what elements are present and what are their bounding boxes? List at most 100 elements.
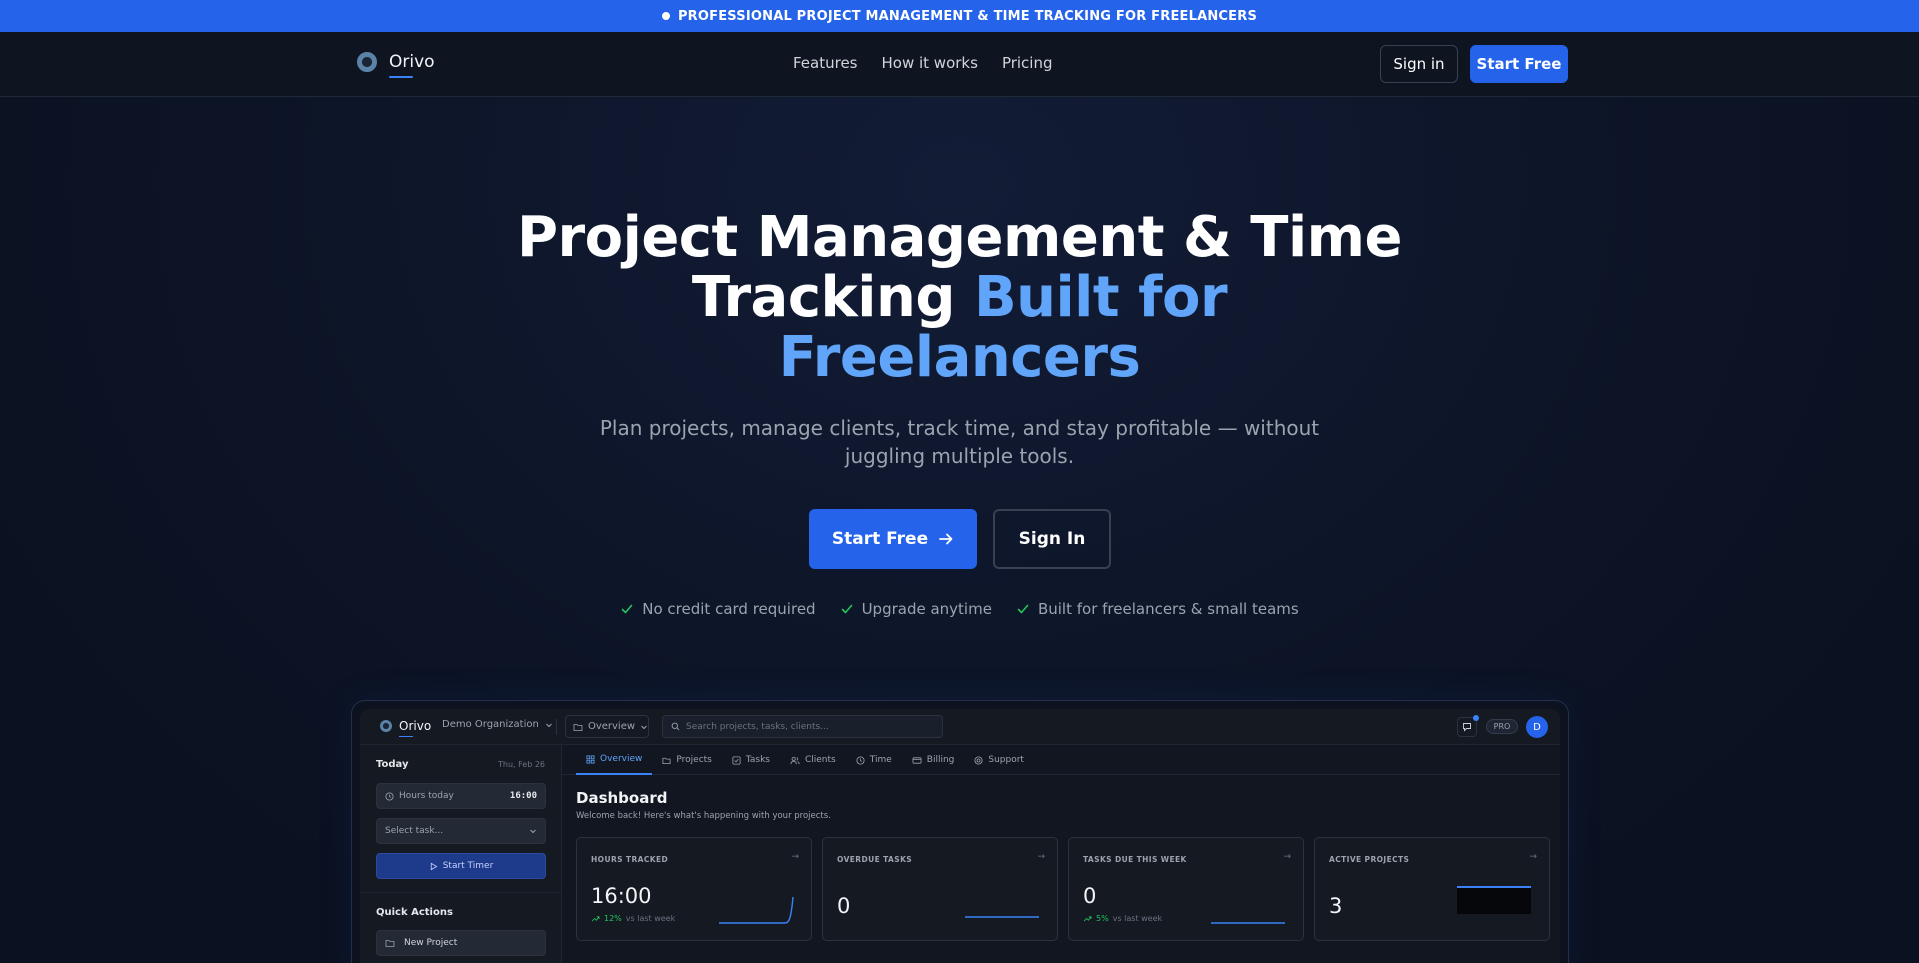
hours-today-display: Hours today 16:00: [376, 783, 546, 809]
messages-button[interactable]: [1457, 715, 1479, 737]
tab-tasks-label: Tasks: [745, 755, 770, 765]
sparkline: [1211, 922, 1285, 924]
check-icon: [841, 604, 852, 614]
plan-badge: PRO: [1486, 719, 1518, 734]
tab-support-label: Support: [988, 755, 1024, 765]
logo-mark-icon: [380, 720, 392, 732]
start-timer-button[interactable]: Start Timer: [376, 853, 546, 879]
stat-card-active-projects[interactable]: ACTIVE PROJECTS → 3: [1314, 837, 1550, 941]
hero-checklist: No credit card required Upgrade anytime …: [0, 600, 1919, 618]
stat-label: HOURS TRACKED: [591, 855, 669, 864]
announcement-dot-icon: [661, 12, 670, 20]
arrow-right-icon: [939, 533, 953, 545]
today-date: Thu, Feb 26: [498, 760, 545, 769]
check-icon: [621, 604, 633, 614]
tab-clients[interactable]: Clients: [780, 745, 846, 775]
logo-mark-icon: [357, 52, 377, 72]
app-brand-name: Orivo: [399, 719, 432, 737]
clock-icon: [385, 791, 394, 801]
hero-title-line2: Tracking: [691, 265, 974, 330]
view-name: Overview: [587, 721, 636, 732]
play-icon: [430, 862, 438, 870]
stat-card-overdue-tasks[interactable]: OVERDUE TASKS → 0: [822, 837, 1058, 941]
hours-today-label: Hours today: [399, 791, 454, 801]
users-icon: [790, 756, 800, 764]
search-icon: [671, 722, 680, 731]
avatar[interactable]: D: [1526, 716, 1548, 738]
check-text: Built for freelancers & small teams: [1037, 600, 1299, 618]
task-select[interactable]: Select task...: [376, 818, 546, 844]
app-brand-logo[interactable]: Orivo: [380, 719, 432, 737]
tab-projects[interactable]: Projects: [652, 745, 721, 775]
hero-subtitle: Plan projects, manage clients, track tim…: [599, 416, 1320, 468]
app-tabs: Overview Projects Tasks Clients Time Bil…: [562, 745, 1560, 775]
nav-link-features[interactable]: Features: [793, 54, 858, 72]
chevron-down-icon: [545, 723, 552, 727]
task-select-placeholder: Select task...: [385, 826, 444, 836]
check-text: Upgrade anytime: [861, 600, 992, 618]
tab-tasks[interactable]: Tasks: [722, 745, 780, 775]
view-selector[interactable]: Overview: [565, 715, 649, 738]
new-project-label: New Project: [404, 938, 458, 948]
tab-time-label: Time: [869, 755, 892, 765]
stat-value: 0: [837, 894, 851, 918]
folder-icon: [385, 940, 395, 947]
app-main: Overview Projects Tasks Clients Time Bil…: [562, 745, 1560, 963]
tab-overview-label: Overview: [600, 754, 643, 764]
hero-title: Project Management & Time Tracking Built…: [460, 208, 1459, 388]
arrow-right-icon: →: [1283, 852, 1291, 862]
stat-trend: 5% vs last week: [1083, 914, 1162, 923]
dashboard-title: Dashboard: [576, 789, 668, 807]
nav-links: Features How it works Pricing: [793, 54, 1053, 72]
stat-label: OVERDUE TASKS: [837, 855, 913, 864]
stat-trend-pct: 12%: [604, 914, 622, 923]
tab-projects-label: Projects: [676, 755, 712, 765]
tab-support[interactable]: Support: [964, 745, 1034, 775]
tab-clients-label: Clients: [804, 755, 836, 765]
stat-trend-pct: 5%: [1096, 914, 1109, 923]
nav-link-pricing[interactable]: Pricing: [1002, 54, 1053, 72]
hero-start-free-button[interactable]: Start Free: [809, 509, 977, 569]
quick-actions-heading: Quick Actions: [376, 907, 453, 918]
brand-name: Orivo: [389, 52, 435, 78]
arrow-right-icon: →: [1529, 852, 1537, 862]
stat-trend-text: vs last week: [1112, 914, 1163, 923]
new-project-button[interactable]: New Project: [376, 930, 546, 956]
grid-icon: [586, 754, 595, 764]
tab-overview[interactable]: Overview: [576, 745, 653, 775]
chevron-down-icon: [530, 829, 536, 834]
stat-card-hours-tracked[interactable]: HOURS TRACKED → 16:00 12% vs last week: [576, 837, 812, 941]
app-sidebar: Today Thu, Feb 26 Hours today 16:00 Sele…: [360, 745, 562, 963]
lifebuoy-icon: [974, 755, 983, 765]
tab-billing[interactable]: Billing: [902, 745, 965, 775]
app-topbar: Orivo Demo Organization Overview Search …: [360, 709, 1560, 745]
chevron-down-icon: [641, 725, 647, 729]
stat-value: 0: [1083, 884, 1097, 908]
hero-signin-button[interactable]: Sign In: [993, 509, 1111, 569]
app-search-input[interactable]: Search projects, tasks, clients...: [662, 715, 943, 738]
check-item: Upgrade anytime: [840, 600, 992, 618]
nav-link-how-it-works[interactable]: How it works: [882, 54, 978, 72]
folder-icon: [573, 723, 583, 731]
hero-title-line1: Project Management & Time: [516, 205, 1403, 270]
arrow-right-icon: →: [791, 852, 799, 862]
announcement-text: PROFESSIONAL PROJECT MANAGEMENT & TIME T…: [677, 8, 1258, 24]
org-selector[interactable]: Demo Organization: [442, 719, 553, 730]
folder-icon: [662, 757, 671, 764]
brand-logo[interactable]: Orivo: [357, 52, 435, 78]
nav-start-free-button[interactable]: Start Free: [1470, 45, 1568, 83]
stat-label: ACTIVE PROJECTS: [1329, 855, 1410, 864]
check-icon: [1017, 604, 1029, 614]
nav-signin-button[interactable]: Sign in: [1380, 45, 1458, 83]
check-text: No credit card required: [642, 600, 816, 618]
sparkline: [719, 896, 794, 924]
tab-time[interactable]: Time: [846, 745, 902, 775]
sparkline: [965, 916, 1039, 918]
stat-card-tasks-due[interactable]: TASKS DUE THIS WEEK → 0 5% vs last week: [1068, 837, 1304, 941]
trend-up-icon: [591, 916, 600, 922]
sidebar-divider: [360, 892, 562, 893]
hero-title-accent-1: Built for: [973, 265, 1228, 330]
sparkline-area: [1457, 886, 1531, 914]
tab-billing-label: Billing: [926, 755, 955, 765]
checkbox-icon: [732, 755, 741, 765]
